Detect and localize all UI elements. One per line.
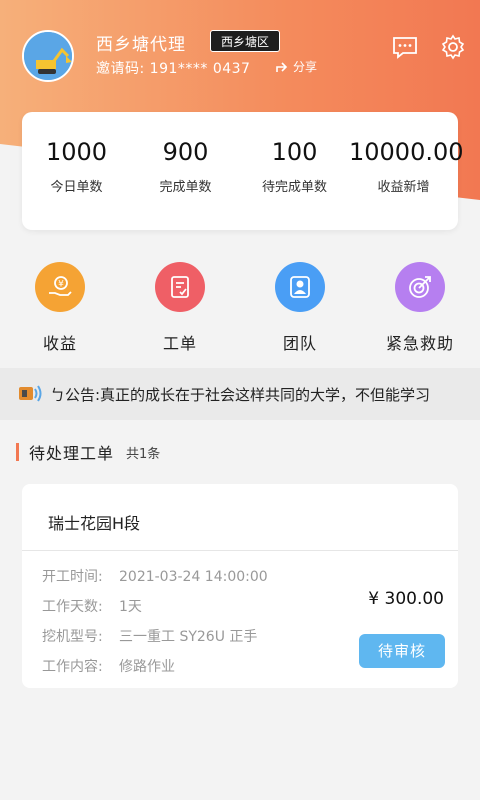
menu-item-income[interactable]: ¥ 收益 bbox=[0, 262, 120, 354]
order-row-work-days: 工作天数: 1天 bbox=[42, 596, 142, 616]
order-row-start-time: 开工时间: 2021-03-24 14:00:00 bbox=[42, 566, 268, 586]
stat-label: 待完成单数 bbox=[261, 180, 327, 195]
income-icon: ¥ bbox=[35, 262, 85, 312]
settings-button[interactable] bbox=[440, 34, 466, 60]
stat-label: 收益新增 bbox=[377, 180, 430, 195]
row-value: 修路作业 bbox=[119, 659, 175, 675]
speaker-icon bbox=[19, 385, 42, 402]
order-title: 瑞士花园H段 bbox=[48, 514, 141, 533]
notice-text: ㄅ公告:真正的成长在于社会这样共同的大学，不但能学习 bbox=[50, 385, 431, 404]
share-label: 分享 bbox=[293, 60, 318, 74]
gear-icon bbox=[441, 34, 465, 60]
stat-today-orders[interactable]: 1000 今日单数 bbox=[22, 112, 131, 230]
share-button[interactable]: 分享 bbox=[276, 58, 317, 75]
stat-label: 今日单数 bbox=[50, 180, 103, 195]
menu-label: 团队 bbox=[282, 334, 317, 353]
stat-completed-orders[interactable]: 900 完成单数 bbox=[131, 112, 240, 230]
region-badge: 西乡塘区 bbox=[210, 30, 281, 52]
row-value: 1天 bbox=[119, 599, 142, 615]
menu-label: 工单 bbox=[162, 334, 197, 353]
menu-item-emergency[interactable]: 紧急救助 bbox=[360, 262, 480, 354]
row-key: 工作内容: bbox=[42, 659, 103, 675]
svg-text:¥: ¥ bbox=[58, 280, 64, 290]
menu-item-work-order[interactable]: 工单 bbox=[120, 262, 240, 354]
message-icon bbox=[393, 37, 417, 59]
divider bbox=[22, 550, 458, 551]
menu-label: 紧急救助 bbox=[385, 334, 454, 353]
quick-menu: ¥ 收益 工单 团队 紧急救助 bbox=[0, 262, 480, 354]
section-title: 待处理工单 bbox=[29, 444, 115, 463]
work-order-icon bbox=[155, 262, 205, 312]
section-accent-bar bbox=[16, 443, 19, 461]
agent-name: 西乡塘代理 bbox=[96, 35, 186, 55]
row-key: 挖机型号: bbox=[42, 629, 103, 645]
row-value: 2021-03-24 14:00:00 bbox=[119, 569, 268, 585]
row-key: 开工时间: bbox=[42, 569, 103, 585]
stat-value: 1000 bbox=[45, 138, 108, 166]
stat-label: 完成单数 bbox=[159, 180, 212, 195]
team-icon bbox=[275, 262, 325, 312]
row-key: 工作天数: bbox=[42, 599, 103, 615]
stat-pending-orders[interactable]: 100 待完成单数 bbox=[240, 112, 349, 230]
message-button[interactable] bbox=[392, 34, 418, 60]
emergency-icon bbox=[395, 262, 445, 312]
section-count: 共1条 bbox=[126, 446, 161, 462]
notice-bar[interactable]: ㄅ公告:真正的成长在于社会这样共同的大学，不但能学习 bbox=[0, 368, 480, 420]
stat-new-income[interactable]: 10000.00 收益新增 bbox=[349, 112, 464, 230]
avatar[interactable] bbox=[22, 30, 74, 82]
order-card[interactable]: 瑞士花园H段 开工时间: 2021-03-24 14:00:00 工作天数: 1天 … bbox=[22, 484, 458, 688]
stat-value: 900 bbox=[162, 138, 209, 166]
row-value: 三一重工 SY26U 正手 bbox=[119, 629, 258, 645]
menu-item-team[interactable]: 团队 bbox=[240, 262, 360, 354]
order-row-work-content: 工作内容: 修路作业 bbox=[42, 656, 175, 676]
stat-value: 100 bbox=[271, 138, 318, 166]
order-row-excavator-model: 挖机型号: 三一重工 SY26U 正手 bbox=[42, 626, 257, 646]
order-price: ¥ 300.00 bbox=[368, 589, 444, 609]
menu-label: 收益 bbox=[42, 334, 77, 353]
pending-section-header: 待处理工单 共1条 bbox=[16, 440, 160, 464]
status-button[interactable]: 待审核 bbox=[359, 634, 445, 668]
share-icon bbox=[276, 61, 288, 72]
stat-value: 10000.00 bbox=[349, 138, 464, 166]
stats-card: 1000 今日单数 900 完成单数 100 待完成单数 10000.00 收益… bbox=[22, 112, 464, 230]
invite-code: 邀请码: 191**** 0437 bbox=[96, 61, 251, 77]
